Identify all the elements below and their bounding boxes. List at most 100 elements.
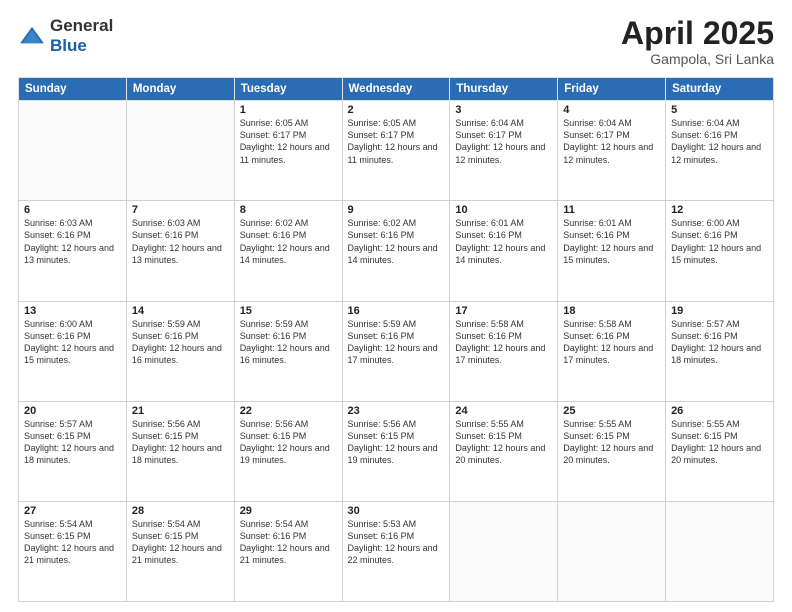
- cell-day-number: 1: [240, 104, 337, 116]
- logo-general: General: [50, 16, 113, 35]
- header-wednesday: Wednesday: [342, 78, 450, 101]
- table-row: 27Sunrise: 5:54 AM Sunset: 6:15 PM Dayli…: [19, 501, 127, 601]
- cell-info: Sunrise: 5:59 AM Sunset: 6:16 PM Dayligh…: [240, 318, 337, 367]
- table-row: 28Sunrise: 5:54 AM Sunset: 6:15 PM Dayli…: [126, 501, 234, 601]
- table-row: [666, 501, 774, 601]
- cell-day-number: 7: [132, 204, 229, 216]
- header-monday: Monday: [126, 78, 234, 101]
- cell-info: Sunrise: 5:57 AM Sunset: 6:16 PM Dayligh…: [671, 318, 768, 367]
- table-row: 2Sunrise: 6:05 AM Sunset: 6:17 PM Daylig…: [342, 101, 450, 201]
- cell-day-number: 3: [455, 104, 552, 116]
- cell-info: Sunrise: 5:56 AM Sunset: 6:15 PM Dayligh…: [348, 418, 445, 467]
- cell-info: Sunrise: 5:56 AM Sunset: 6:15 PM Dayligh…: [132, 418, 229, 467]
- table-row: 26Sunrise: 5:55 AM Sunset: 6:15 PM Dayli…: [666, 401, 774, 501]
- calendar-header: Sunday Monday Tuesday Wednesday Thursday…: [19, 78, 774, 101]
- header: General Blue April 2025 Gampola, Sri Lan…: [18, 16, 774, 67]
- logo-text: General Blue: [50, 16, 113, 56]
- table-row: 16Sunrise: 5:59 AM Sunset: 6:16 PM Dayli…: [342, 301, 450, 401]
- logo-blue: Blue: [50, 36, 87, 55]
- cell-day-number: 28: [132, 505, 229, 517]
- cell-info: Sunrise: 5:55 AM Sunset: 6:15 PM Dayligh…: [671, 418, 768, 467]
- table-row: 6Sunrise: 6:03 AM Sunset: 6:16 PM Daylig…: [19, 201, 127, 301]
- cell-day-number: 17: [455, 305, 552, 317]
- table-row: 15Sunrise: 5:59 AM Sunset: 6:16 PM Dayli…: [234, 301, 342, 401]
- table-row: [450, 501, 558, 601]
- calendar-table: Sunday Monday Tuesday Wednesday Thursday…: [18, 77, 774, 602]
- cell-info: Sunrise: 6:05 AM Sunset: 6:17 PM Dayligh…: [348, 117, 445, 166]
- cell-day-number: 13: [24, 305, 121, 317]
- table-row: 1Sunrise: 6:05 AM Sunset: 6:17 PM Daylig…: [234, 101, 342, 201]
- cell-info: Sunrise: 6:04 AM Sunset: 6:17 PM Dayligh…: [455, 117, 552, 166]
- table-row: 23Sunrise: 5:56 AM Sunset: 6:15 PM Dayli…: [342, 401, 450, 501]
- cell-info: Sunrise: 6:03 AM Sunset: 6:16 PM Dayligh…: [24, 217, 121, 266]
- header-friday: Friday: [558, 78, 666, 101]
- cell-info: Sunrise: 6:04 AM Sunset: 6:16 PM Dayligh…: [671, 117, 768, 166]
- cell-info: Sunrise: 6:02 AM Sunset: 6:16 PM Dayligh…: [348, 217, 445, 266]
- cell-info: Sunrise: 5:54 AM Sunset: 6:15 PM Dayligh…: [132, 518, 229, 567]
- cell-day-number: 10: [455, 204, 552, 216]
- cell-info: Sunrise: 5:55 AM Sunset: 6:15 PM Dayligh…: [455, 418, 552, 467]
- cell-info: Sunrise: 5:58 AM Sunset: 6:16 PM Dayligh…: [563, 318, 660, 367]
- cell-day-number: 14: [132, 305, 229, 317]
- cell-day-number: 16: [348, 305, 445, 317]
- cell-info: Sunrise: 5:57 AM Sunset: 6:15 PM Dayligh…: [24, 418, 121, 467]
- cell-day-number: 21: [132, 405, 229, 417]
- table-row: 25Sunrise: 5:55 AM Sunset: 6:15 PM Dayli…: [558, 401, 666, 501]
- table-row: [19, 101, 127, 201]
- table-row: 13Sunrise: 6:00 AM Sunset: 6:16 PM Dayli…: [19, 301, 127, 401]
- logo: General Blue: [18, 16, 113, 56]
- table-row: [126, 101, 234, 201]
- cell-info: Sunrise: 6:03 AM Sunset: 6:16 PM Dayligh…: [132, 217, 229, 266]
- calendar-body: 1Sunrise: 6:05 AM Sunset: 6:17 PM Daylig…: [19, 101, 774, 602]
- cell-info: Sunrise: 6:05 AM Sunset: 6:17 PM Dayligh…: [240, 117, 337, 166]
- cell-day-number: 24: [455, 405, 552, 417]
- cell-day-number: 12: [671, 204, 768, 216]
- cell-day-number: 5: [671, 104, 768, 116]
- logo-icon: [18, 25, 46, 47]
- page: General Blue April 2025 Gampola, Sri Lan…: [0, 0, 792, 612]
- table-row: 5Sunrise: 6:04 AM Sunset: 6:16 PM Daylig…: [666, 101, 774, 201]
- cell-info: Sunrise: 6:01 AM Sunset: 6:16 PM Dayligh…: [455, 217, 552, 266]
- header-row: Sunday Monday Tuesday Wednesday Thursday…: [19, 78, 774, 101]
- cell-day-number: 30: [348, 505, 445, 517]
- cell-info: Sunrise: 6:01 AM Sunset: 6:16 PM Dayligh…: [563, 217, 660, 266]
- table-row: 30Sunrise: 5:53 AM Sunset: 6:16 PM Dayli…: [342, 501, 450, 601]
- table-row: 22Sunrise: 5:56 AM Sunset: 6:15 PM Dayli…: [234, 401, 342, 501]
- table-row: 24Sunrise: 5:55 AM Sunset: 6:15 PM Dayli…: [450, 401, 558, 501]
- table-row: 4Sunrise: 6:04 AM Sunset: 6:17 PM Daylig…: [558, 101, 666, 201]
- cell-info: Sunrise: 5:54 AM Sunset: 6:16 PM Dayligh…: [240, 518, 337, 567]
- cell-day-number: 4: [563, 104, 660, 116]
- cell-day-number: 29: [240, 505, 337, 517]
- cell-info: Sunrise: 5:55 AM Sunset: 6:15 PM Dayligh…: [563, 418, 660, 467]
- table-row: 21Sunrise: 5:56 AM Sunset: 6:15 PM Dayli…: [126, 401, 234, 501]
- table-row: 20Sunrise: 5:57 AM Sunset: 6:15 PM Dayli…: [19, 401, 127, 501]
- cell-info: Sunrise: 6:00 AM Sunset: 6:16 PM Dayligh…: [671, 217, 768, 266]
- header-saturday: Saturday: [666, 78, 774, 101]
- cell-day-number: 22: [240, 405, 337, 417]
- cell-day-number: 15: [240, 305, 337, 317]
- header-thursday: Thursday: [450, 78, 558, 101]
- cell-info: Sunrise: 5:59 AM Sunset: 6:16 PM Dayligh…: [348, 318, 445, 367]
- cell-day-number: 26: [671, 405, 768, 417]
- table-row: 8Sunrise: 6:02 AM Sunset: 6:16 PM Daylig…: [234, 201, 342, 301]
- table-row: 10Sunrise: 6:01 AM Sunset: 6:16 PM Dayli…: [450, 201, 558, 301]
- cell-day-number: 25: [563, 405, 660, 417]
- cell-info: Sunrise: 5:54 AM Sunset: 6:15 PM Dayligh…: [24, 518, 121, 567]
- table-row: 3Sunrise: 6:04 AM Sunset: 6:17 PM Daylig…: [450, 101, 558, 201]
- cell-info: Sunrise: 5:53 AM Sunset: 6:16 PM Dayligh…: [348, 518, 445, 567]
- table-row: 12Sunrise: 6:00 AM Sunset: 6:16 PM Dayli…: [666, 201, 774, 301]
- table-row: [558, 501, 666, 601]
- table-row: 17Sunrise: 5:58 AM Sunset: 6:16 PM Dayli…: [450, 301, 558, 401]
- cell-day-number: 6: [24, 204, 121, 216]
- cell-day-number: 23: [348, 405, 445, 417]
- cell-day-number: 27: [24, 505, 121, 517]
- title-block: April 2025 Gampola, Sri Lanka: [621, 16, 774, 67]
- cell-day-number: 2: [348, 104, 445, 116]
- cell-info: Sunrise: 5:59 AM Sunset: 6:16 PM Dayligh…: [132, 318, 229, 367]
- table-row: 7Sunrise: 6:03 AM Sunset: 6:16 PM Daylig…: [126, 201, 234, 301]
- cell-day-number: 8: [240, 204, 337, 216]
- header-tuesday: Tuesday: [234, 78, 342, 101]
- table-row: 19Sunrise: 5:57 AM Sunset: 6:16 PM Dayli…: [666, 301, 774, 401]
- cell-info: Sunrise: 6:00 AM Sunset: 6:16 PM Dayligh…: [24, 318, 121, 367]
- header-sunday: Sunday: [19, 78, 127, 101]
